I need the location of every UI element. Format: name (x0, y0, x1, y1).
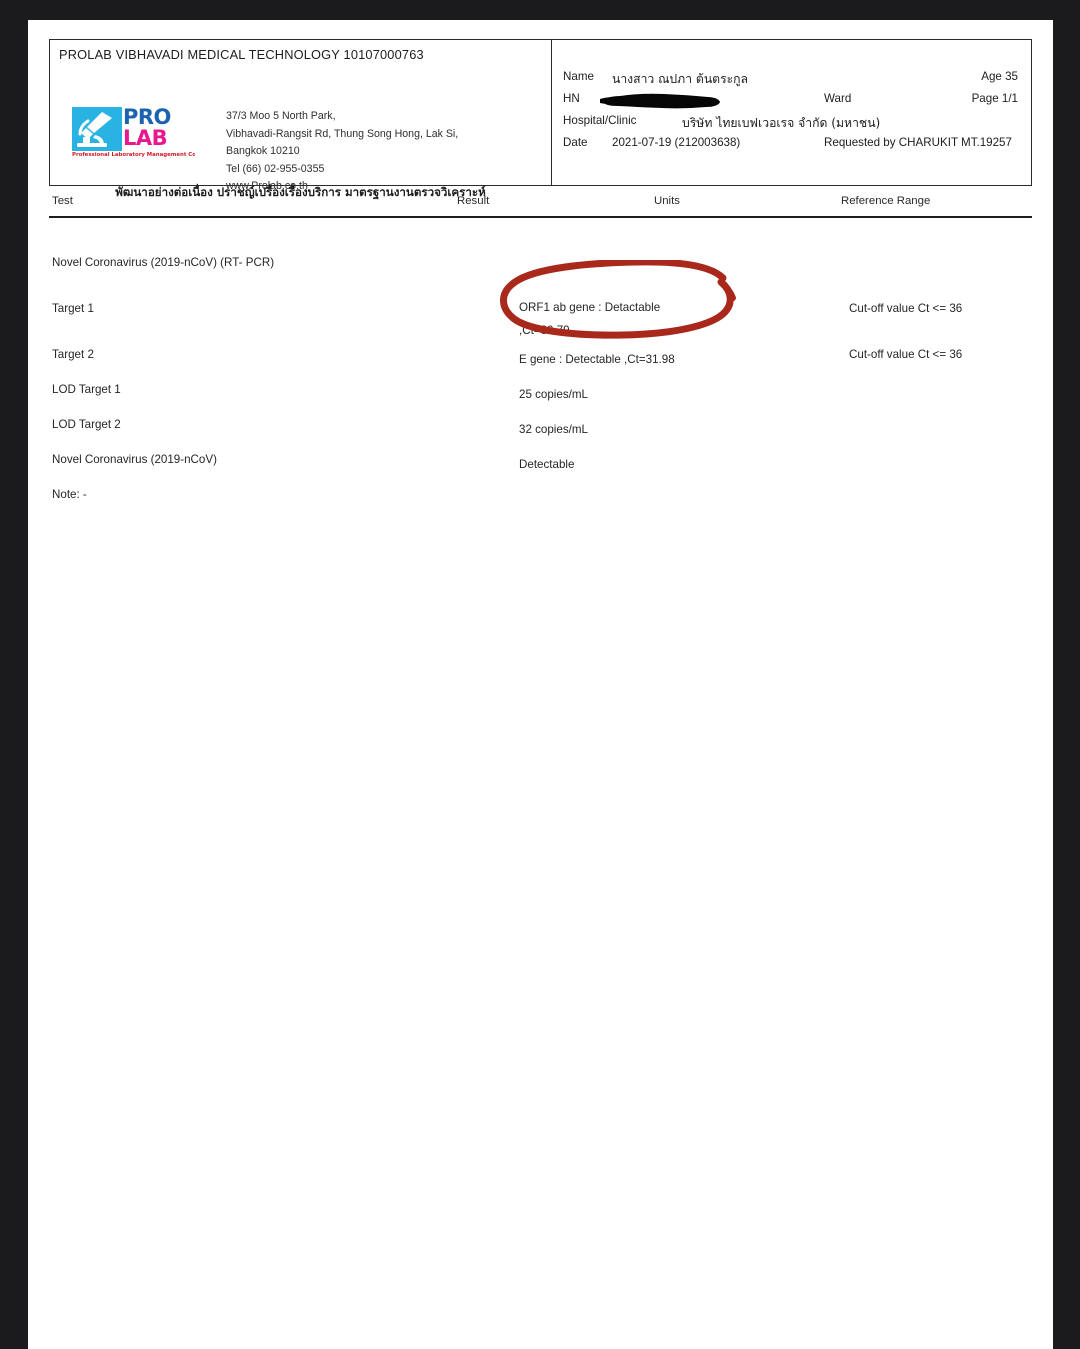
header-patient-info: Name นางสาว ณปภา ต้นตระกูล Age 35 HN War… (552, 40, 1031, 185)
address-line-3: Bangkok 10210 (226, 145, 300, 158)
logo-text-pro: PRO (123, 105, 171, 129)
logo-wordmark: PRO LAB (122, 107, 195, 151)
date-label: Date (563, 136, 588, 149)
patient-date-row: Date 2021-07-19 (212003638) Requested by… (552, 136, 1031, 158)
header-divider (49, 216, 1032, 218)
date-value: 2021-07-19 (212003638) (612, 136, 741, 149)
photo-background: PROLAB VIBHAVADI MEDICAL TECHNOLOGY 1010… (0, 0, 1080, 1349)
row-test-name: Target 2 (52, 348, 94, 361)
row-test-name: Target 1 (52, 302, 94, 315)
row-result: 25 copies/mL (519, 388, 588, 401)
patient-name-row: Name นางสาว ณปภา ต้นตระกูล Age 35 (552, 70, 1031, 92)
hn-black-marker-redaction (598, 90, 722, 110)
report-header: PROLAB VIBHAVADI MEDICAL TECHNOLOGY 1010… (49, 39, 1032, 199)
lab-title: PROLAB VIBHAVADI MEDICAL TECHNOLOGY 1010… (59, 47, 424, 62)
row-test-name: LOD Target 1 (52, 383, 121, 396)
hn-label: HN (563, 92, 580, 105)
prolab-logo: PRO LAB Professional Laboratory Manageme… (72, 107, 195, 160)
note-text: Note: - (52, 488, 87, 501)
row-test-name: Novel Coronavirus (2019-nCoV) (52, 453, 217, 466)
report-page: PROLAB VIBHAVADI MEDICAL TECHNOLOGY 1010… (28, 20, 1053, 1349)
hospital-label: Hospital/Clinic (563, 114, 637, 127)
requested-by: Requested by CHARUKIT MT.19257 (824, 136, 1012, 149)
hospital-value: บริษัท ไทยเบฟเวอเรจ จำกัด (มหาชน) (682, 116, 881, 130)
address-phone: Tel (66) 02-955-0355 (226, 162, 325, 175)
logo-tagline: Professional Laboratory Management Corp.… (72, 151, 195, 160)
name-label: Name (563, 70, 594, 83)
age-value: Age 35 (981, 70, 1018, 83)
row-result: E gene : Detectable ,Ct=31.98 (519, 353, 675, 366)
page-number: Page 1/1 (971, 92, 1018, 105)
row-test-name: LOD Target 2 (52, 418, 121, 431)
results-column-headers: Test Result Units Reference Range (49, 192, 1032, 216)
column-header-result: Result (457, 195, 490, 207)
ward-label: Ward (824, 92, 852, 105)
column-header-units: Units (654, 195, 680, 207)
column-header-reference: Reference Range (841, 195, 931, 207)
patient-hospital-row: Hospital/Clinic บริษัท ไทยเบฟเวอเรจ จำกั… (552, 114, 1031, 136)
microscope-icon (72, 107, 122, 151)
address-line-2: Vibhavadi-Rangsit Rd, Thung Song Hong, L… (226, 127, 459, 140)
row-result: Detectable (519, 458, 575, 471)
row-result: 32 copies/mL (519, 423, 588, 436)
address-line-1: 37/3 Moo 5 North Park, (226, 110, 336, 122)
row-test-name: Novel Coronavirus (2019-nCoV) (RT- PCR) (52, 256, 275, 269)
logo-text-lab: LAB (123, 126, 168, 150)
row-result: ORF1 ab gene : Detactable ,Ct=30.79 (519, 301, 661, 337)
name-value: นางสาว ณปภา ต้นตระกูล (612, 72, 749, 86)
row-reference: Cut-off value Ct <= 36 (849, 348, 963, 361)
patient-hn-row: HN Ward Page 1/1 (552, 92, 1031, 114)
header-lab-info: PROLAB VIBHAVADI MEDICAL TECHNOLOGY 1010… (50, 40, 552, 199)
logo-body: PRO LAB (72, 107, 195, 151)
row-reference: Cut-off value Ct <= 36 (849, 302, 963, 315)
column-header-test: Test (52, 195, 73, 207)
lab-address: 37/3 Moo 5 North Park, Vibhavadi-Rangsit… (226, 108, 458, 196)
